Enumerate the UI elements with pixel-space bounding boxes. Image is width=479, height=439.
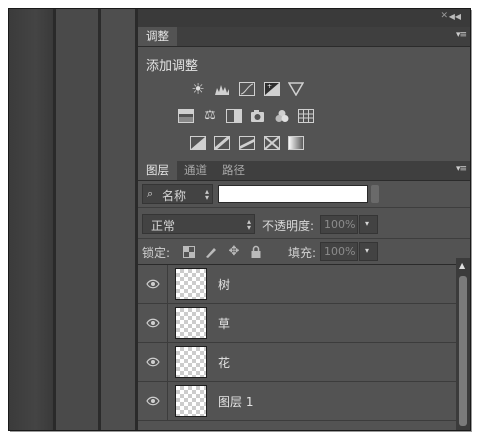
brightness-icon[interactable]: ☀ [190,81,206,97]
close-icon[interactable]: ✕ [440,11,448,21]
divider [167,304,168,342]
fill-label: 填充: [288,246,317,260]
divider [138,238,470,239]
layer-name: 图层 1 [218,395,254,409]
panel-menu-icon[interactable]: ▾≡ [456,30,467,40]
opacity-label: 不透明度: [262,219,315,233]
divider [167,265,168,303]
layers-scrollbar[interactable]: ▲ [456,258,470,430]
lock-label: 锁定: [142,246,171,260]
vibrance-icon[interactable] [288,81,304,97]
layer-name: 草 [218,317,231,331]
select-arrows-icon: ▴ ▾ [205,187,210,202]
exposure-icon[interactable]: + [264,81,280,97]
tab-adjustments[interactable]: 调整 [138,27,177,46]
eye-icon[interactable] [146,355,160,369]
chevron-down-icon: ▾ [365,219,370,228]
filter-kind-label: 名称 [162,189,187,203]
layer-thumbnail [175,385,207,417]
layer-row[interactable]: 树 [138,265,456,304]
lock-position-icon[interactable]: ✥ [226,244,242,260]
divider [138,207,470,208]
layer-row[interactable]: 草 [138,304,456,343]
layer-name: 花 [218,356,231,370]
chevron-down-icon: ▾ [365,246,370,255]
lock-transparent-pixels-icon[interactable] [181,244,197,260]
layer-name: 树 [218,278,231,292]
layer-filter-kind-select[interactable]: ⌕ 名称 ▴ ▾ [142,184,213,204]
svg-text:+: + [267,83,272,90]
channel-mixer-icon[interactable] [274,108,290,124]
adjustments-tabbar: 调整 ▾≡ [138,27,470,47]
select-arrows-icon: ▴ ▾ [247,217,252,232]
scroll-up-icon[interactable]: ▲ [459,261,465,270]
layers-list: 树 草 花 图层 1 [138,265,456,430]
tab-paths[interactable]: 路径 [214,161,253,180]
threshold-icon[interactable] [239,135,255,151]
layer-thumbnail [175,346,207,378]
divider [167,343,168,381]
eye-icon[interactable] [146,316,160,330]
tab-layers[interactable]: 图层 [138,161,177,180]
layer-search-input[interactable] [218,185,368,203]
blend-mode-value: 正常 [151,219,176,233]
filter-toggle-switch[interactable] [371,185,379,203]
hue-saturation-icon[interactable] [178,108,194,124]
eye-icon[interactable] [146,277,160,291]
lock-image-pixels-icon[interactable] [203,244,219,260]
tab-channels[interactable]: 通道 [176,161,215,180]
photoshop-window: ✕ ◀◀ 调整 ▾≡ 添加调整 ☀ + ⚖ 图层 通道 路径 ▾≡ ⌕ 名称 ▴… [8,8,471,431]
layer-row[interactable]: 花 [138,343,456,382]
layer-thumbnail [175,268,207,300]
divider [167,382,168,420]
opacity-input[interactable]: 100% [320,215,358,234]
curves-icon[interactable] [239,81,255,97]
dock-strip [9,9,53,430]
blend-mode-select[interactable]: 正常 ▴ ▾ [142,214,255,234]
layer-thumbnail [175,307,207,339]
layers-tabbar: 图层 通道 路径 ▾≡ [138,161,470,181]
eye-icon[interactable] [146,394,160,408]
fill-dropdown-button[interactable]: ▾ [359,242,378,261]
gradient-map-icon[interactable] [288,135,304,151]
adjustments-heading: 添加调整 [146,59,199,74]
color-balance-icon[interactable]: ⚖ [202,108,218,124]
invert-icon[interactable] [190,135,206,151]
panel-top-bar: ✕ ◀◀ [138,9,470,27]
layer-row[interactable]: 图层 1 [138,382,456,421]
dock-strip [101,9,135,430]
posterize-icon[interactable] [214,135,230,151]
scrollbar-thumb[interactable] [459,276,467,426]
dock-strip [56,9,98,430]
fill-input[interactable]: 100% [320,242,358,261]
collapse-icon[interactable]: ◀◀ [449,12,461,21]
black-white-icon[interactable] [226,108,242,124]
opacity-dropdown-button[interactable]: ▾ [359,215,378,234]
search-icon: ⌕ [147,187,154,200]
photo-filter-icon[interactable] [250,108,266,124]
levels-icon[interactable] [214,81,230,97]
right-panel-dock: ✕ ◀◀ 调整 ▾≡ 添加调整 ☀ + ⚖ 图层 通道 路径 ▾≡ ⌕ 名称 ▴… [138,9,470,430]
lock-all-icon[interactable] [248,244,264,260]
selective-color-icon[interactable] [264,135,280,151]
color-lookup-icon[interactable] [298,108,314,124]
panel-menu-icon[interactable]: ▾≡ [456,164,467,174]
